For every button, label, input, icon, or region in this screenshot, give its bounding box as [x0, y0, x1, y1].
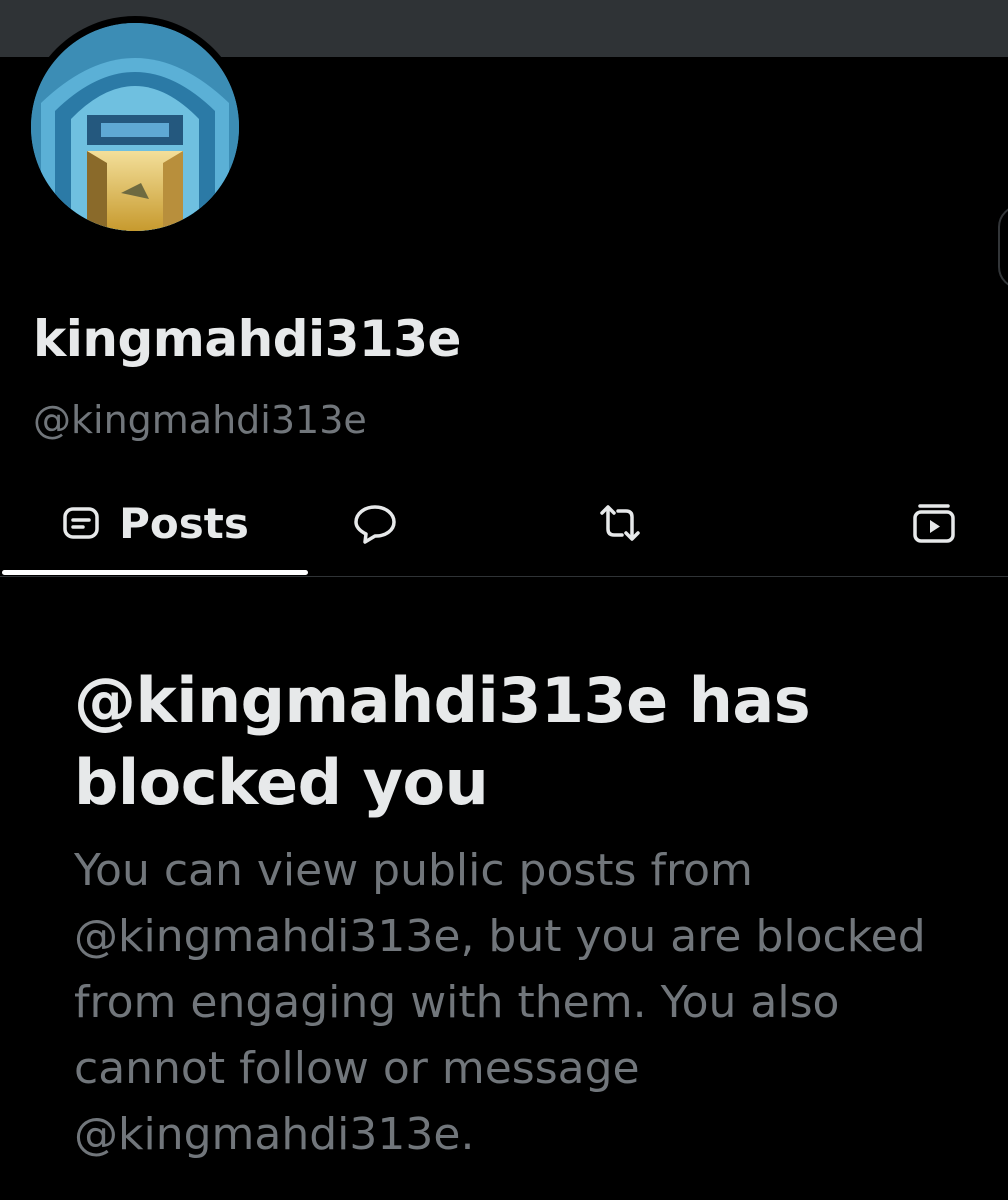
avatar-image — [31, 23, 239, 231]
avatar[interactable] — [24, 16, 246, 238]
repost-arrows-icon — [600, 505, 640, 541]
tab-replies[interactable] — [310, 470, 560, 576]
profile-tabs: Posts — [0, 470, 1008, 577]
document-lines-icon — [63, 507, 99, 539]
tab-posts-label: Posts — [119, 498, 249, 548]
tab-media[interactable] — [810, 470, 1008, 576]
speech-bubble-icon — [354, 505, 396, 544]
blocked-description: You can view public posts from @kingmahd… — [74, 845, 926, 1160]
tab-posts[interactable]: Posts — [0, 470, 310, 576]
header-action-button[interactable] — [998, 205, 1008, 289]
profile-display-name: kingmahdi313e — [33, 310, 461, 368]
tab-reposts[interactable] — [560, 470, 810, 576]
profile-handle: @kingmahdi313e — [33, 398, 367, 442]
active-tab-indicator — [2, 570, 308, 575]
media-play-icon — [913, 504, 955, 543]
blocked-title: @kingmahdi313e has blocked you — [74, 664, 811, 819]
